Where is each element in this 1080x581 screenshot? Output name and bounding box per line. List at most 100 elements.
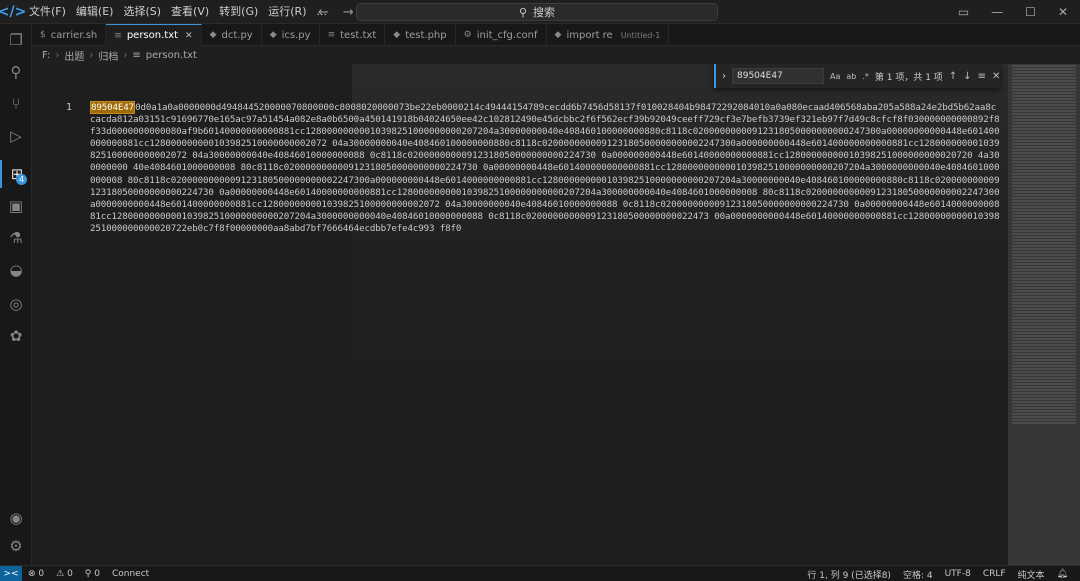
testing-icon[interactable]: ⚗ xyxy=(0,224,32,252)
menu-view[interactable]: 查看(V) xyxy=(166,0,214,24)
next-match-icon[interactable]: ↓ xyxy=(963,71,971,82)
minimize-icon[interactable]: — xyxy=(991,5,1003,19)
minimap-line xyxy=(1012,110,1076,112)
run-debug-icon[interactable]: ▷ xyxy=(0,122,32,150)
search-placeholder: 搜索 xyxy=(533,6,556,19)
tab-label: test.txt xyxy=(340,29,377,41)
breadcrumb-folder[interactable]: 出题 xyxy=(64,48,84,63)
nav-arrows: ← → xyxy=(318,0,354,24)
menu-edit[interactable]: 编辑(E) xyxy=(71,0,119,24)
notifications-bell-icon[interactable]: 🔔︎ xyxy=(1051,569,1074,579)
close-tab-icon[interactable]: ✕ xyxy=(185,31,193,41)
close-window-icon[interactable]: ✕ xyxy=(1058,5,1068,19)
minimap-line xyxy=(1012,113,1076,115)
tab-test-txt[interactable]: ≡ test.txt xyxy=(320,24,386,46)
tab-ics-py[interactable]: ◆ ics.py xyxy=(262,24,320,46)
minimap-line xyxy=(1012,245,1076,247)
remote-explorer-icon[interactable]: ▣ xyxy=(0,192,32,220)
eol-setting[interactable]: CRLF xyxy=(977,569,1012,579)
minimap-line xyxy=(1012,353,1076,355)
search-match-highlight: 89504E47 xyxy=(90,101,136,114)
minimap-line xyxy=(1012,374,1076,376)
close-find-icon[interactable]: ✕ xyxy=(992,71,1000,82)
minimap-line xyxy=(1012,131,1076,133)
tab-init-cfg-conf[interactable]: ⚙ init_cfg.conf xyxy=(456,24,547,46)
minimap-line xyxy=(1012,125,1076,127)
minimap-line xyxy=(1012,170,1076,172)
minimap-line xyxy=(1012,161,1076,163)
settings-gear-icon[interactable]: ⚙ xyxy=(0,532,32,560)
minimap-line xyxy=(1012,239,1076,241)
encoding-setting[interactable]: UTF-8 xyxy=(939,569,977,579)
minimap[interactable] xyxy=(1008,64,1080,565)
remote-indicator-button[interactable]: >< xyxy=(0,565,22,581)
menu-go[interactable]: 转到(G) xyxy=(214,0,263,24)
find-in-selection-icon[interactable]: ≡ xyxy=(978,71,986,82)
minimap-line xyxy=(1012,212,1076,214)
minimap-line xyxy=(1012,173,1076,175)
minimap-line xyxy=(1012,398,1076,400)
tab-test-php[interactable]: ◆ test.php xyxy=(385,24,456,46)
chatgpt-icon[interactable]: ✿ xyxy=(0,322,32,350)
minimap-line xyxy=(1012,128,1076,130)
breadcrumb-folder[interactable]: 归档 xyxy=(98,48,118,63)
command-center-search[interactable]: ⚲ 搜索 xyxy=(356,3,718,21)
indentation-setting[interactable]: 空格: 4 xyxy=(897,568,939,581)
account-icon[interactable]: ◉ xyxy=(0,504,32,532)
search-icon: ⚲ xyxy=(518,5,528,19)
forward-arrow-icon[interactable]: → xyxy=(343,5,354,20)
search-sidebar-icon[interactable]: ⚲ xyxy=(0,58,32,86)
menu-selection[interactable]: 选择(S) xyxy=(118,0,166,24)
menu-file[interactable]: 文件(F) xyxy=(24,0,71,24)
minimap-line xyxy=(1012,290,1076,292)
tab-person-txt[interactable]: ≡ person.txt ✕ xyxy=(106,24,202,46)
editor-area[interactable]: 1 89504E470d0a1a0a0000000d49484452000007… xyxy=(32,64,1008,565)
minimap-line xyxy=(1012,404,1076,406)
ports-indicator[interactable]: ⚲ 0 xyxy=(79,569,106,579)
minimap-line xyxy=(1012,401,1076,403)
minimap-line xyxy=(1012,185,1076,187)
extensions-icon[interactable]: ⊞ 4 xyxy=(0,160,32,188)
minimap-line xyxy=(1012,176,1076,178)
php-file-icon: ◆ xyxy=(393,30,401,40)
layout-icon[interactable]: ▭ xyxy=(958,5,969,19)
maximize-icon[interactable]: ☐ xyxy=(1025,5,1036,19)
minimap-line xyxy=(1012,233,1076,235)
toggle-replace-icon[interactable]: › xyxy=(722,71,726,82)
errors-indicator[interactable]: ⊗ 0 xyxy=(22,569,50,579)
cursor-position[interactable]: 行 1, 列 9 (已选择8) xyxy=(801,568,897,581)
tab-carrier-sh[interactable]: $ carrier.sh xyxy=(32,24,107,46)
previous-match-icon[interactable]: ↑ xyxy=(949,71,957,82)
python-file-icon: ◆ xyxy=(269,30,277,40)
code-text[interactable]: 89504E470d0a1a0a0000000d4948445200000708… xyxy=(90,101,1000,235)
minimap-line xyxy=(1012,359,1076,361)
regex-toggle[interactable]: .* xyxy=(862,72,869,81)
breadcrumb-drive[interactable]: F: xyxy=(42,50,50,61)
match-whole-word-toggle[interactable]: ab xyxy=(846,72,856,81)
tab-untitled-1[interactable]: ◆ import re Untitled-1 xyxy=(547,24,670,46)
find-input[interactable] xyxy=(732,68,824,84)
minimap-line xyxy=(1012,92,1076,94)
chevron-right-icon: › xyxy=(123,49,128,61)
database-icon[interactable]: ◎ xyxy=(0,290,32,318)
breadcrumb-file[interactable]: person.txt xyxy=(146,50,197,61)
menu-run[interactable]: 运行(R) xyxy=(263,0,311,24)
tab-dct-py[interactable]: ◆ dct.py xyxy=(202,24,262,46)
minimap-line xyxy=(1012,311,1076,313)
connect-button[interactable]: Connect xyxy=(106,569,155,579)
minimap-line xyxy=(1012,80,1076,82)
docker-icon[interactable]: ◒ xyxy=(0,256,32,284)
warnings-indicator[interactable]: ⚠ 0 xyxy=(50,569,79,579)
minimap-line xyxy=(1012,365,1076,367)
breadcrumb: F: › 出题 › 归档 › ≡ person.txt xyxy=(32,46,1080,64)
language-mode[interactable]: 纯文本 xyxy=(1012,568,1051,581)
find-match-count: 第 1 项，共 1 项 xyxy=(874,72,943,83)
status-bar: >< ⊗ 0 ⚠ 0 ⚲ 0 Connect 行 1, 列 9 (已选择8) 空… xyxy=(0,565,1080,581)
explorer-icon[interactable]: ❐ xyxy=(0,26,32,54)
source-control-icon[interactable]: ⑂ xyxy=(0,90,32,118)
back-arrow-icon[interactable]: ← xyxy=(318,5,329,20)
minimap-line xyxy=(1012,269,1076,271)
tab-label: import re xyxy=(566,29,613,41)
match-case-toggle[interactable]: Aa xyxy=(830,72,840,81)
text-file-icon: ≡ xyxy=(327,30,336,40)
